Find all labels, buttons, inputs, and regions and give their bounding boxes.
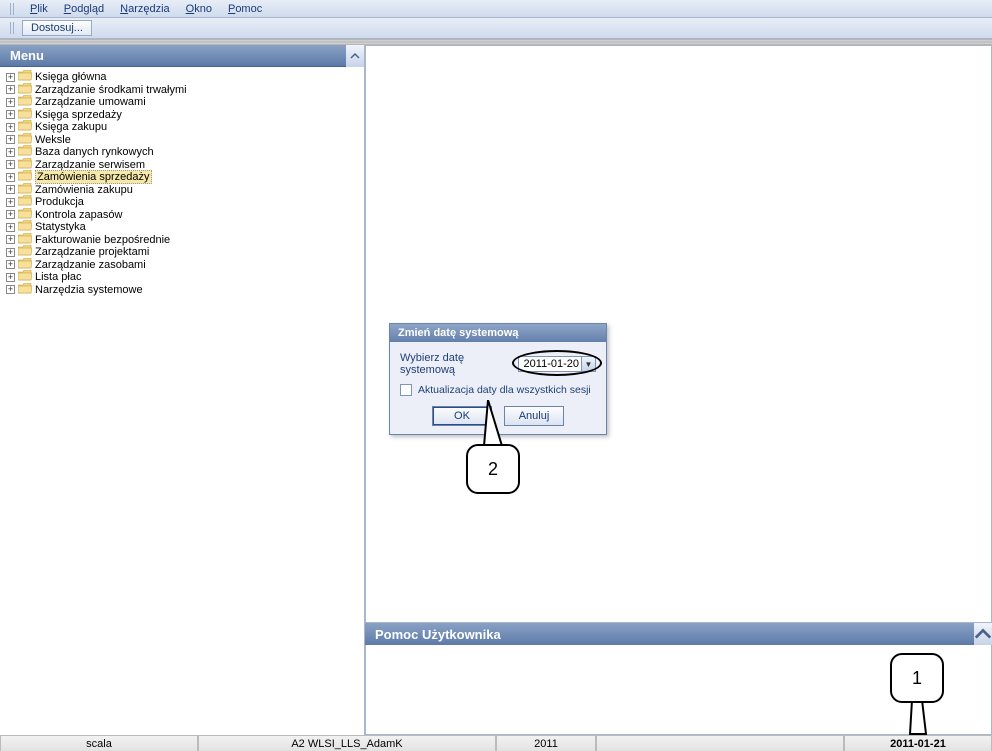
help-collapse-button[interactable] (974, 623, 992, 645)
dialog-title: Zmień datę systemową (390, 324, 606, 342)
expand-icon[interactable]: + (6, 110, 15, 119)
expand-icon[interactable]: + (6, 73, 15, 82)
tree-item[interactable]: + Księga sprzedaży (4, 109, 360, 122)
expand-icon[interactable]: + (6, 173, 15, 182)
expand-icon[interactable]: + (6, 135, 15, 144)
tree-item-label: Zarządzanie umowami (35, 96, 146, 108)
menu-okno[interactable]: Okno (180, 3, 218, 15)
expand-icon[interactable]: + (6, 148, 15, 157)
status-cell-date: 2011-01-21 (844, 736, 992, 751)
tree-item-label: Fakturowanie bezpośrednie (35, 234, 170, 246)
tree-item[interactable]: + Zarządzanie umowami (4, 96, 360, 109)
toolbar: Dostosuj... (0, 18, 992, 39)
tree-item[interactable]: + Narzędzia systemowe (4, 284, 360, 297)
tree-item[interactable]: + Lista płac (4, 271, 360, 284)
tree-item-label: Weksle (35, 134, 71, 146)
date-dropdown-button[interactable]: ▼ (582, 356, 596, 372)
callout-1-tail (904, 700, 932, 736)
status-cell-empty (596, 736, 844, 751)
tree-item[interactable]: + Zarządzanie serwisem (4, 159, 360, 172)
date-picker: ▼ (518, 356, 596, 372)
tree-item[interactable]: + Zarządzanie zasobami (4, 259, 360, 272)
date-input[interactable] (518, 356, 582, 372)
tree-item-label: Zarządzanie zasobami (35, 259, 146, 271)
status-cell-session: A2 WLSI_LLS_AdamK (198, 736, 496, 751)
expand-icon[interactable]: + (6, 160, 15, 169)
tree-item-label: Statystyka (35, 221, 86, 233)
tree-item[interactable]: + Księga główna (4, 71, 360, 84)
status-cell-user: scala (0, 736, 198, 751)
sidebar: Menu + Księga główna + Zarządzanie środkami… (0, 45, 365, 735)
dialog-row-checkbox: Aktualizacja daty dla wszystkich sesji (400, 384, 596, 396)
status-cell-year: 2011 (496, 736, 596, 751)
menu-pomoc[interactable]: Pomoc (222, 3, 268, 15)
tree-item[interactable]: + Kontrola zapasów (4, 209, 360, 222)
tree-item-label: Lista płac (35, 271, 81, 283)
help-header: Pomoc Użytkownika (365, 623, 992, 645)
tree-item-label: Zarządzanie środkami trwałymi (35, 84, 187, 96)
callout-2: 2 (466, 444, 520, 494)
sidebar-header: Menu (0, 45, 364, 67)
tree-item-label: Produkcja (35, 196, 84, 208)
tree-item[interactable]: + Fakturowanie bezpośrednie (4, 234, 360, 247)
expand-icon[interactable]: + (6, 235, 15, 244)
toolbar-grip (10, 22, 16, 34)
callout-1: 1 (890, 653, 944, 703)
expand-icon[interactable]: + (6, 285, 15, 294)
expand-icon[interactable]: + (6, 248, 15, 257)
tree-item[interactable]: + Zamówienia sprzedaży (4, 171, 360, 184)
checkbox-label: Aktualizacja daty dla wszystkich sesji (418, 384, 591, 396)
expand-icon[interactable]: + (6, 198, 15, 207)
dialog-row-date: Wybierz datę systemową ▼ (400, 352, 596, 376)
statusbar: scala A2 WLSI_LLS_AdamK 2011 2011-01-21 (0, 735, 992, 751)
tree-item[interactable]: + Weksle (4, 134, 360, 147)
menu-tree[interactable]: + Księga główna + Zarządzanie środkami trwa… (0, 67, 364, 735)
expand-icon[interactable]: + (6, 185, 15, 194)
tree-item-label: Zarządzanie projektami (35, 246, 149, 258)
expand-icon[interactable]: + (6, 210, 15, 219)
expand-icon[interactable]: + (6, 85, 15, 94)
expand-icon[interactable]: + (6, 98, 15, 107)
tree-item[interactable]: + Produkcja (4, 196, 360, 209)
tree-item-label: Zamówienia sprzedaży (35, 170, 152, 184)
cancel-button[interactable]: Anuluj (504, 406, 564, 426)
tree-item[interactable]: + Zarządzanie środkami trwałymi (4, 84, 360, 97)
tree-item-label: Zarządzanie serwisem (35, 159, 145, 171)
menubar-grip (10, 3, 16, 15)
tree-item-label: Narzędzia systemowe (35, 284, 143, 296)
tree-item[interactable]: + Księga zakupu (4, 121, 360, 134)
tree-item-label: Baza danych rynkowych (35, 146, 154, 158)
tree-item[interactable]: + Baza danych rynkowych (4, 146, 360, 159)
menubar: Plik Podgląd Narzędzia Okno Pomoc (0, 0, 992, 18)
expand-icon[interactable]: + (6, 123, 15, 132)
sidebar-collapse-button[interactable] (346, 45, 364, 67)
tree-item-label: Kontrola zapasów (35, 209, 122, 221)
folder-icon (18, 283, 32, 297)
customize-button[interactable]: Dostosuj... (22, 20, 92, 36)
menu-narzedzia[interactable]: Narzędzia (114, 3, 176, 15)
help-title: Pomoc Użytkownika (375, 627, 501, 642)
tree-item[interactable]: + Statystyka (4, 221, 360, 234)
update-all-sessions-checkbox[interactable] (400, 384, 412, 396)
expand-icon[interactable]: + (6, 273, 15, 282)
menu-podglad[interactable]: Podgląd (58, 3, 110, 15)
tree-item[interactable]: + Zamówienia zakupu (4, 184, 360, 197)
tree-item-label: Księga główna (35, 71, 107, 83)
expand-icon[interactable]: + (6, 260, 15, 269)
tree-item[interactable]: + Zarządzanie projektami (4, 246, 360, 259)
tree-item-label: Księga zakupu (35, 121, 107, 133)
menu-plik[interactable]: Plik (24, 3, 54, 15)
callout-2-tail (478, 400, 508, 448)
tree-item-label: Księga sprzedaży (35, 109, 122, 121)
tree-item-label: Zamówienia zakupu (35, 184, 133, 196)
expand-icon[interactable]: + (6, 223, 15, 232)
sidebar-title: Menu (10, 48, 44, 63)
dialog-pick-label: Wybierz datę systemową (400, 352, 518, 376)
